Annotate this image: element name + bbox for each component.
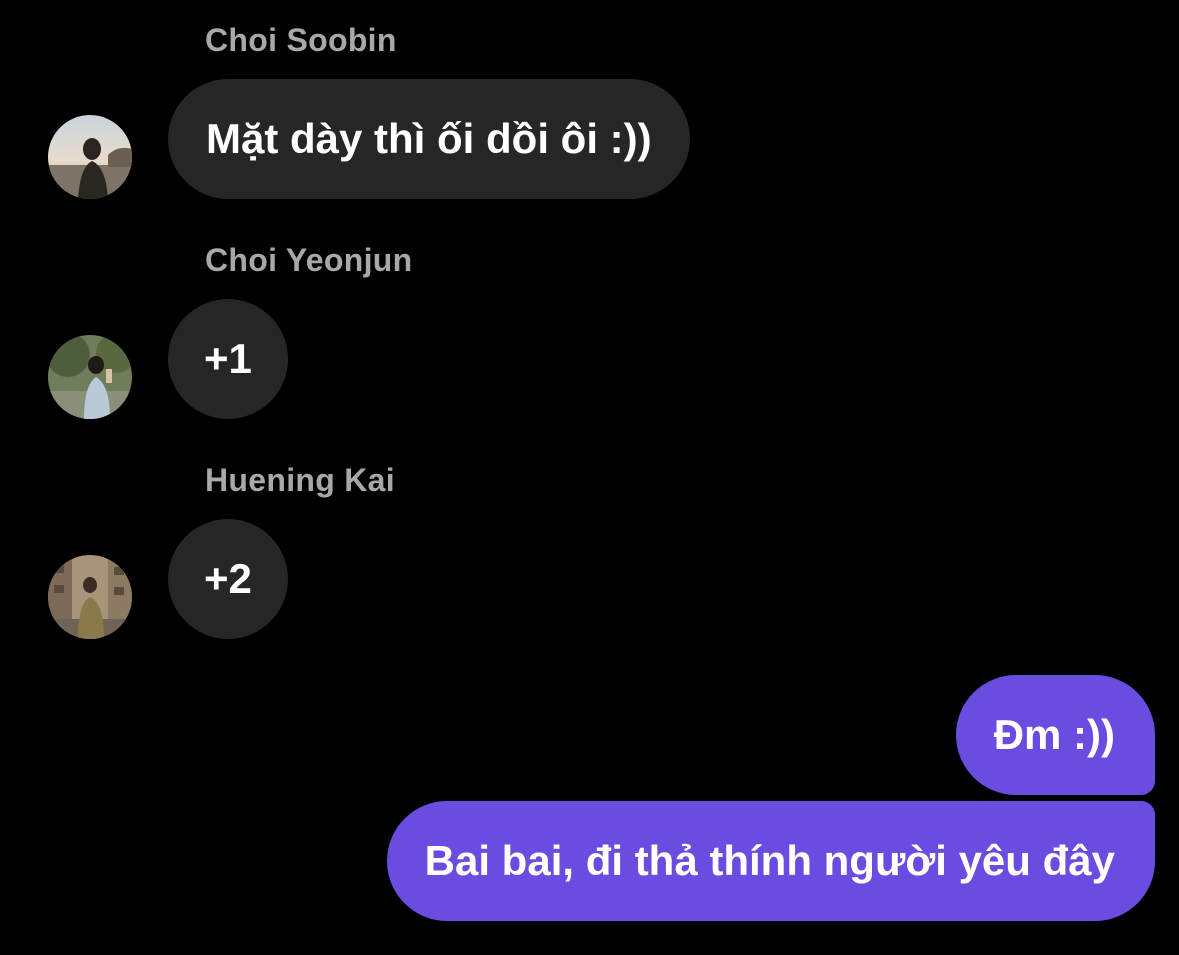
message-text: +1: [204, 335, 252, 382]
sender-name: Choi Soobin: [205, 22, 397, 58]
avatar-photo-icon: [48, 335, 132, 419]
avatar[interactable]: [48, 335, 132, 419]
message-text: Bai bai, đi thả thính người yêu đây: [424, 837, 1115, 884]
message-bubble[interactable]: Mặt dày thì ối dồi ôi :)): [168, 79, 690, 199]
message-text: Mặt dày thì ối dồi ôi :)): [206, 115, 652, 162]
sender-name: Huening Kai: [205, 462, 395, 498]
chat-thread[interactable]: Choi Soobin Mặt dày thì ối dồi ôi :)) Ch…: [0, 0, 1179, 955]
message-text: +2: [204, 555, 252, 602]
avatar-photo-icon: [48, 115, 132, 199]
outgoing-message-bubble[interactable]: Đm :)): [955, 675, 1155, 795]
avatar[interactable]: [48, 555, 132, 639]
message-bubble[interactable]: +2: [168, 519, 288, 639]
message-bubble[interactable]: +1: [168, 299, 288, 419]
avatar[interactable]: [48, 115, 132, 199]
sender-name: Choi Yeonjun: [205, 242, 413, 278]
avatar-photo-icon: [48, 555, 132, 639]
message-text: Đm :)): [993, 711, 1115, 758]
outgoing-message-bubble[interactable]: Bai bai, đi thả thính người yêu đây: [386, 801, 1155, 921]
